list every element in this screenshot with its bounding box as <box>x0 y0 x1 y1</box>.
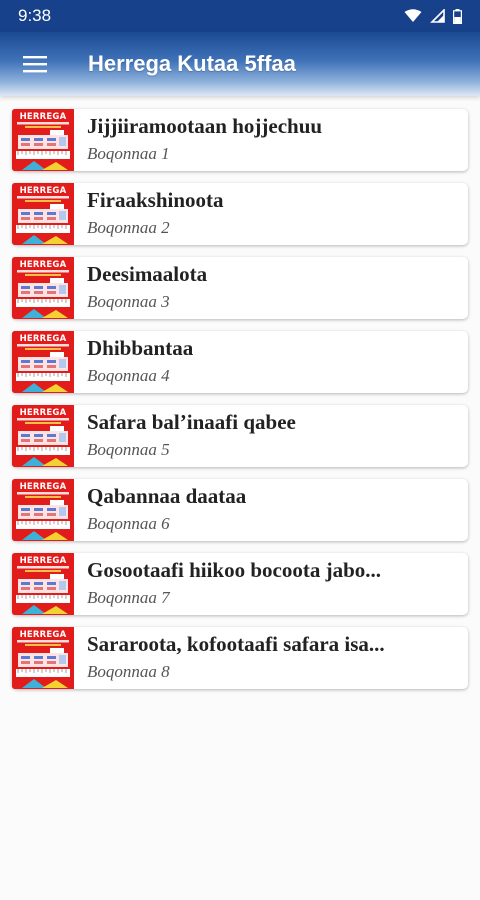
book-cover-thumbnail: HERREGA <box>12 257 74 319</box>
book-cover-thumbnail: HERREGA <box>12 331 74 393</box>
chapter-card[interactable]: HERREGA Firaakshinoota Boqonnaa 2 <box>12 183 468 245</box>
status-time: 9:38 <box>18 6 52 25</box>
chapter-subtitle: Boqonnaa 3 <box>87 292 170 311</box>
chapter-card[interactable]: HERREGA Jijjiiramootaan hojjechuu Boqonnaa… <box>12 109 468 171</box>
book-cover-thumbnail: HERREGA <box>12 479 74 541</box>
thumbnail-title: HERREGA <box>19 260 67 270</box>
chapter-card[interactable]: HERREGA Sararoota, kofootaafi safara isa.… <box>12 627 468 689</box>
chapter-title: Qabannaa daataa <box>87 484 247 508</box>
book-cover-thumbnail: HERREGA <box>12 109 74 171</box>
chapter-card[interactable]: HERREGA Safara bal’inaafi qabee Boqonnaa 5 <box>12 405 468 467</box>
chapter-title: Safara bal’inaafi qabee <box>87 410 296 434</box>
thumbnail-title: HERREGA <box>19 630 67 640</box>
thumbnail-title: HERREGA <box>19 334 67 344</box>
battery-icon <box>453 8 462 24</box>
wifi-icon <box>404 9 422 22</box>
thumbnail-title: HERREGA <box>19 112 67 122</box>
app-bar: Herrega Kutaa 5ffaa <box>0 32 480 96</box>
book-cover-thumbnail: HERREGA <box>12 553 74 615</box>
thumbnail-title: HERREGA <box>19 482 67 492</box>
status-bar: 9:38 <box>0 0 480 32</box>
chapter-title: Gosootaafi hiikoo bocoota jabo... <box>87 558 382 582</box>
chapter-subtitle: Boqonnaa 5 <box>87 440 170 459</box>
app-title: Herrega Kutaa 5ffaa <box>88 51 296 76</box>
thumbnail-title: HERREGA <box>19 408 67 418</box>
thumbnail-title: HERREGA <box>19 556 67 566</box>
chapter-card[interactable]: HERREGA Qabannaa daataa Boqonnaa 6 <box>12 479 468 541</box>
hamburger-menu-icon <box>23 56 47 73</box>
book-cover-thumbnail: HERREGA <box>12 627 74 689</box>
chapter-list: HERREGA Jijjiiramootaan hojjechuu Boqonnaa… <box>12 109 468 701</box>
chapter-title: Sararoota, kofootaafi safara isa... <box>87 632 385 656</box>
menu-button[interactable] <box>16 45 54 83</box>
chapter-subtitle: Boqonnaa 1 <box>87 144 170 163</box>
signal-icon <box>430 9 445 23</box>
chapter-title: Firaakshinoota <box>87 188 224 212</box>
chapter-title: Jijjiiramootaan hojjechuu <box>87 114 323 138</box>
chapter-title: Deesimaalota <box>87 262 208 286</box>
book-cover-thumbnail: HERREGA <box>12 183 74 245</box>
chapter-subtitle: Boqonnaa 6 <box>87 514 170 533</box>
book-cover-thumbnail: HERREGA <box>12 405 74 467</box>
chapter-card[interactable]: HERREGA Gosootaafi hiikoo bocoota jabo...… <box>12 553 468 615</box>
chapter-subtitle: Boqonnaa 8 <box>87 662 170 681</box>
chapter-subtitle: Boqonnaa 7 <box>87 588 170 607</box>
status-icons <box>404 8 462 24</box>
chapter-card[interactable]: HERREGA Deesimaalota Boqonnaa 3 <box>12 257 468 319</box>
chapter-title: Dhibbantaa <box>87 336 194 360</box>
thumbnail-title: HERREGA <box>19 186 67 196</box>
chapter-subtitle: Boqonnaa 2 <box>87 218 170 237</box>
chapter-card[interactable]: HERREGA Dhibbantaa Boqonnaa 4 <box>12 331 468 393</box>
chapter-subtitle: Boqonnaa 4 <box>87 366 170 385</box>
